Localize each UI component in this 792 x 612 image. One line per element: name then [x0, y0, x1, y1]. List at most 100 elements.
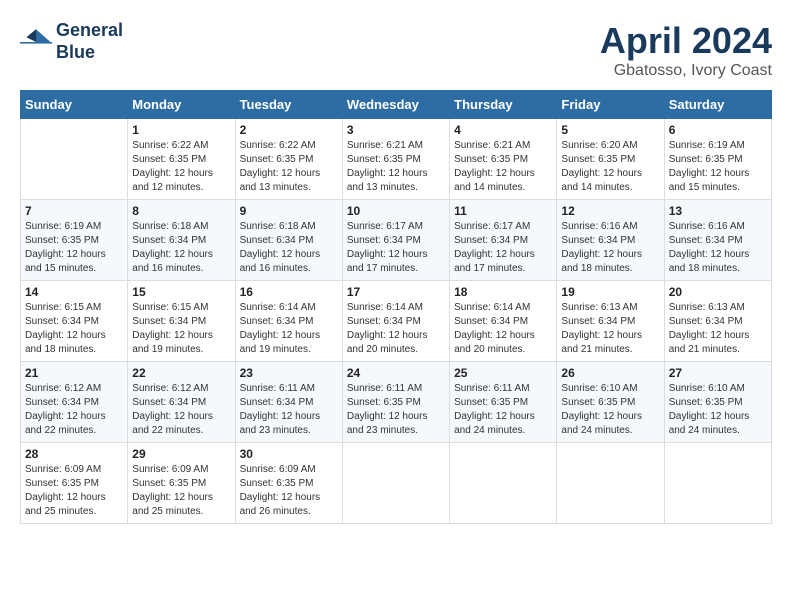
day-cell: 27 Sunrise: 6:10 AM Sunset: 6:35 PM Dayli… [664, 362, 771, 443]
day-cell: 14Sunrise: 6:15 AM Sunset: 6:34 PM Dayli… [21, 281, 128, 362]
day-number: 1 [132, 123, 230, 137]
day-number: 5 [561, 123, 659, 137]
day-cell: 8Sunrise: 6:18 AM Sunset: 6:34 PM Daylig… [128, 200, 235, 281]
week-row-4: 21 Sunrise: 6:12 AM Sunset: 6:34 PM Dayli… [21, 362, 772, 443]
day-info: Sunrise: 6:14 AM Sunset: 6:34 PM Dayligh… [347, 301, 445, 357]
day-number: 21 [25, 366, 123, 380]
day-info: Sunrise: 6:20 AM Sunset: 6:35 PM Dayligh… [561, 139, 659, 195]
day-info: Sunrise: 6:19 AM Sunset: 6:35 PM Dayligh… [669, 139, 767, 195]
day-number: 25 [454, 366, 552, 380]
header-row: SundayMondayTuesdayWednesdayThursdayFrid… [21, 91, 772, 119]
day-number: 2 [240, 123, 338, 137]
day-number: 26 [561, 366, 659, 380]
day-cell: 18 Sunrise: 6:14 AM Sunset: 6:34 PM Dayli… [450, 281, 557, 362]
day-info: Sunrise: 6:18 AM Sunset: 6:34 PM Dayligh… [240, 220, 338, 276]
day-number: 13 [669, 204, 767, 218]
day-info: Sunrise: 6:10 AM Sunset: 6:35 PM Dayligh… [561, 382, 659, 438]
day-number: 20 [669, 285, 767, 299]
day-cell: 28 Sunrise: 6:09 AM Sunset: 6:35 PM Dayli… [21, 443, 128, 524]
day-cell: 7 Sunrise: 6:19 AM Sunset: 6:35 PM Daylig… [21, 200, 128, 281]
day-info: Sunrise: 6:17 AM Sunset: 6:34 PM Dayligh… [347, 220, 445, 276]
logo-line1: General [56, 20, 123, 42]
col-header-tuesday: Tuesday [235, 91, 342, 119]
calendar-table: SundayMondayTuesdayWednesdayThursdayFrid… [20, 90, 772, 524]
day-number: 23 [240, 366, 338, 380]
day-info: Sunrise: 6:18 AM Sunset: 6:34 PM Dayligh… [132, 220, 230, 276]
day-cell: 3 Sunrise: 6:21 AM Sunset: 6:35 PM Daylig… [342, 119, 449, 200]
day-info: Sunrise: 6:09 AM Sunset: 6:35 PM Dayligh… [25, 463, 123, 519]
day-cell: 24 Sunrise: 6:11 AM Sunset: 6:35 PM Dayli… [342, 362, 449, 443]
day-cell: 22Sunrise: 6:12 AM Sunset: 6:34 PM Dayli… [128, 362, 235, 443]
day-info: Sunrise: 6:14 AM Sunset: 6:34 PM Dayligh… [240, 301, 338, 357]
col-header-monday: Monday [128, 91, 235, 119]
day-number: 24 [347, 366, 445, 380]
day-cell: 13 Sunrise: 6:16 AM Sunset: 6:34 PM Dayli… [664, 200, 771, 281]
day-cell: 12 Sunrise: 6:16 AM Sunset: 6:34 PM Dayli… [557, 200, 664, 281]
day-cell: 6 Sunrise: 6:19 AM Sunset: 6:35 PM Daylig… [664, 119, 771, 200]
day-cell: 21 Sunrise: 6:12 AM Sunset: 6:34 PM Dayli… [21, 362, 128, 443]
day-number: 9 [240, 204, 338, 218]
day-info: Sunrise: 6:17 AM Sunset: 6:34 PM Dayligh… [454, 220, 552, 276]
day-info: Sunrise: 6:19 AM Sunset: 6:35 PM Dayligh… [25, 220, 123, 276]
day-cell [21, 119, 128, 200]
day-number: 18 [454, 285, 552, 299]
day-cell: 5 Sunrise: 6:20 AM Sunset: 6:35 PM Daylig… [557, 119, 664, 200]
day-number: 29 [132, 447, 230, 461]
day-cell: 1Sunrise: 6:22 AM Sunset: 6:35 PM Daylig… [128, 119, 235, 200]
day-number: 30 [240, 447, 338, 461]
day-number: 6 [669, 123, 767, 137]
day-number: 10 [347, 204, 445, 218]
col-header-sunday: Sunday [21, 91, 128, 119]
day-cell: 15 Sunrise: 6:15 AM Sunset: 6:34 PM Dayli… [128, 281, 235, 362]
logo-line2: Blue [56, 42, 123, 64]
day-number: 22 [132, 366, 230, 380]
location: Gbatosso, Ivory Coast [600, 62, 772, 80]
day-cell: 11Sunrise: 6:17 AM Sunset: 6:34 PM Dayli… [450, 200, 557, 281]
page: General Blue April 2024 Gbatosso, Ivory … [0, 0, 792, 534]
week-row-2: 7 Sunrise: 6:19 AM Sunset: 6:35 PM Daylig… [21, 200, 772, 281]
day-number: 12 [561, 204, 659, 218]
day-cell [664, 443, 771, 524]
day-info: Sunrise: 6:21 AM Sunset: 6:35 PM Dayligh… [347, 139, 445, 195]
day-info: Sunrise: 6:11 AM Sunset: 6:35 PM Dayligh… [454, 382, 552, 438]
day-cell: 20 Sunrise: 6:13 AM Sunset: 6:34 PM Dayli… [664, 281, 771, 362]
col-header-friday: Friday [557, 91, 664, 119]
day-info: Sunrise: 6:22 AM Sunset: 6:35 PM Dayligh… [240, 139, 338, 195]
day-cell [450, 443, 557, 524]
col-header-wednesday: Wednesday [342, 91, 449, 119]
day-info: Sunrise: 6:14 AM Sunset: 6:34 PM Dayligh… [454, 301, 552, 357]
day-number: 15 [132, 285, 230, 299]
day-info: Sunrise: 6:13 AM Sunset: 6:34 PM Dayligh… [669, 301, 767, 357]
week-row-5: 28 Sunrise: 6:09 AM Sunset: 6:35 PM Dayli… [21, 443, 772, 524]
day-info: Sunrise: 6:13 AM Sunset: 6:34 PM Dayligh… [561, 301, 659, 357]
day-info: Sunrise: 6:12 AM Sunset: 6:34 PM Dayligh… [25, 382, 123, 438]
day-number: 27 [669, 366, 767, 380]
day-info: Sunrise: 6:11 AM Sunset: 6:35 PM Dayligh… [347, 382, 445, 438]
day-cell [557, 443, 664, 524]
week-row-3: 14Sunrise: 6:15 AM Sunset: 6:34 PM Dayli… [21, 281, 772, 362]
day-info: Sunrise: 6:21 AM Sunset: 6:35 PM Dayligh… [454, 139, 552, 195]
day-info: Sunrise: 6:09 AM Sunset: 6:35 PM Dayligh… [132, 463, 230, 519]
day-number: 3 [347, 123, 445, 137]
day-cell: 23Sunrise: 6:11 AM Sunset: 6:34 PM Dayli… [235, 362, 342, 443]
week-row-1: 1 Sunrise: 6:22 AM Sunset: 6:35 PM Daylig… [21, 119, 772, 200]
day-cell: 17Sunrise: 6:14 AM Sunset: 6:34 PM Dayli… [342, 281, 449, 362]
logo-icon [20, 26, 52, 58]
col-header-thursday: Thursday [450, 91, 557, 119]
day-info: Sunrise: 6:16 AM Sunset: 6:34 PM Dayligh… [669, 220, 767, 276]
day-number: 28 [25, 447, 123, 461]
day-info: Sunrise: 6:16 AM Sunset: 6:34 PM Dayligh… [561, 220, 659, 276]
day-cell: 16Sunrise: 6:14 AM Sunset: 6:34 PM Dayli… [235, 281, 342, 362]
month-title: April 2024 [600, 20, 772, 62]
day-cell: 9 Sunrise: 6:18 AM Sunset: 6:34 PM Daylig… [235, 200, 342, 281]
day-cell: 30 Sunrise: 6:09 AM Sunset: 6:35 PM Dayli… [235, 443, 342, 524]
day-info: Sunrise: 6:15 AM Sunset: 6:34 PM Dayligh… [132, 301, 230, 357]
day-number: 7 [25, 204, 123, 218]
day-number: 4 [454, 123, 552, 137]
day-info: Sunrise: 6:10 AM Sunset: 6:35 PM Dayligh… [669, 382, 767, 438]
day-cell: 4 Sunrise: 6:21 AM Sunset: 6:35 PM Daylig… [450, 119, 557, 200]
day-info: Sunrise: 6:09 AM Sunset: 6:35 PM Dayligh… [240, 463, 338, 519]
day-cell: 2 Sunrise: 6:22 AM Sunset: 6:35 PM Daylig… [235, 119, 342, 200]
day-cell: 26 Sunrise: 6:10 AM Sunset: 6:35 PM Dayli… [557, 362, 664, 443]
header: General Blue April 2024 Gbatosso, Ivory … [20, 20, 772, 80]
